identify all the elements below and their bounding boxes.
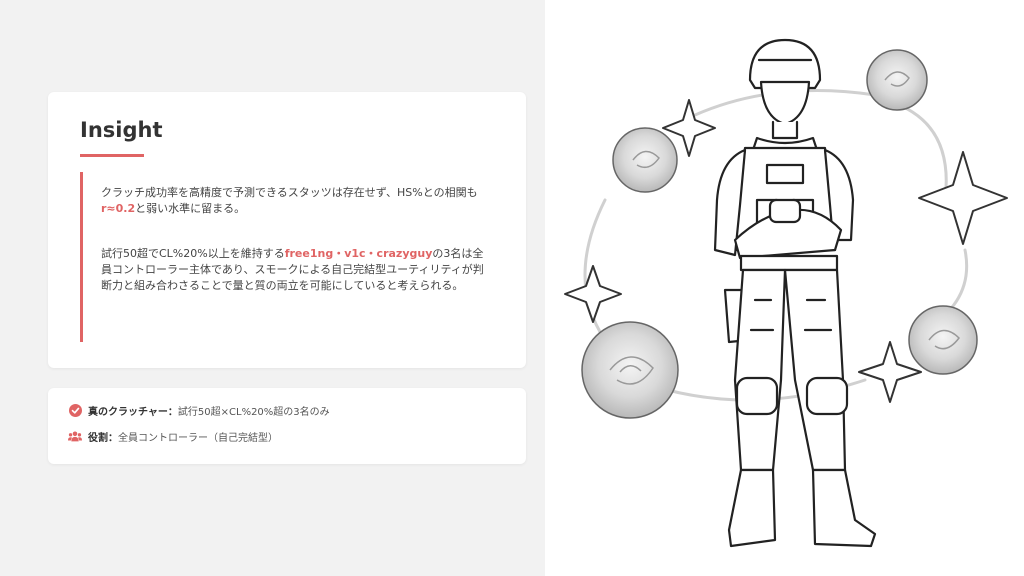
smoke-cloud-right xyxy=(908,305,978,375)
users-icon xyxy=(68,429,82,443)
left-panel: Insight クラッチ成功率を高精度で予測できるスタッツは存在せず、HS%との… xyxy=(0,0,545,576)
smoke-cloud-bottom-left xyxy=(581,321,679,419)
title-underline xyxy=(80,154,144,157)
insight-card: Insight クラッチ成功率を高精度で予測できるスタッツは存在せず、HS%との… xyxy=(48,92,526,368)
paragraph-1-text-end: と弱い水準に留まる。 xyxy=(135,202,246,215)
role-label: 役割： xyxy=(88,432,118,444)
insight-paragraph-2: 試行50超でCL%20%以上を維持するfree1ng・v1c・crazyguyの… xyxy=(101,246,493,294)
paragraph-1-text: クラッチ成功率を高精度で予測できるスタッツは存在せず、HS%との相関も xyxy=(101,186,478,199)
paragraph-2-text: 試行50超でCL%20%以上を維持する xyxy=(101,247,285,260)
clutcher-label: 真のクラッチャー： xyxy=(88,406,178,418)
players-highlight: free1ng・v1c・crazyguy xyxy=(284,247,433,260)
summary-card: 真のクラッチャー： 試行50超×CL%20%超の3名のみ 役割： 全員コントロー… xyxy=(48,388,526,464)
smoke-cloud-left xyxy=(612,127,678,193)
role-value: 全員コントローラー（自己完結型） xyxy=(118,432,278,444)
illustration-panel xyxy=(545,0,1024,576)
insight-title: Insight xyxy=(80,118,163,142)
soldier-illustration xyxy=(564,38,1008,548)
insight-quote: クラッチ成功率を高精度で予測できるスタッツは存在せず、HS%との相関も r≈0.2… xyxy=(80,172,500,342)
insight-paragraph-1: クラッチ成功率を高精度で予測できるスタッツは存在せず、HS%との相関も r≈0.2… xyxy=(101,185,493,217)
correlation-highlight: r≈0.2 xyxy=(101,202,136,215)
summary-row-role: 役割： 全員コントローラー（自己完結型） xyxy=(68,428,278,444)
summary-row-clutcher: 真のクラッチャー： 試行50超×CL%20%超の3名のみ xyxy=(68,402,330,418)
smoke-cloud-top xyxy=(866,49,928,111)
clutcher-value: 試行50超×CL%20%超の3名のみ xyxy=(177,406,330,418)
soldier-figure xyxy=(713,38,877,548)
check-circle-icon xyxy=(68,403,82,417)
